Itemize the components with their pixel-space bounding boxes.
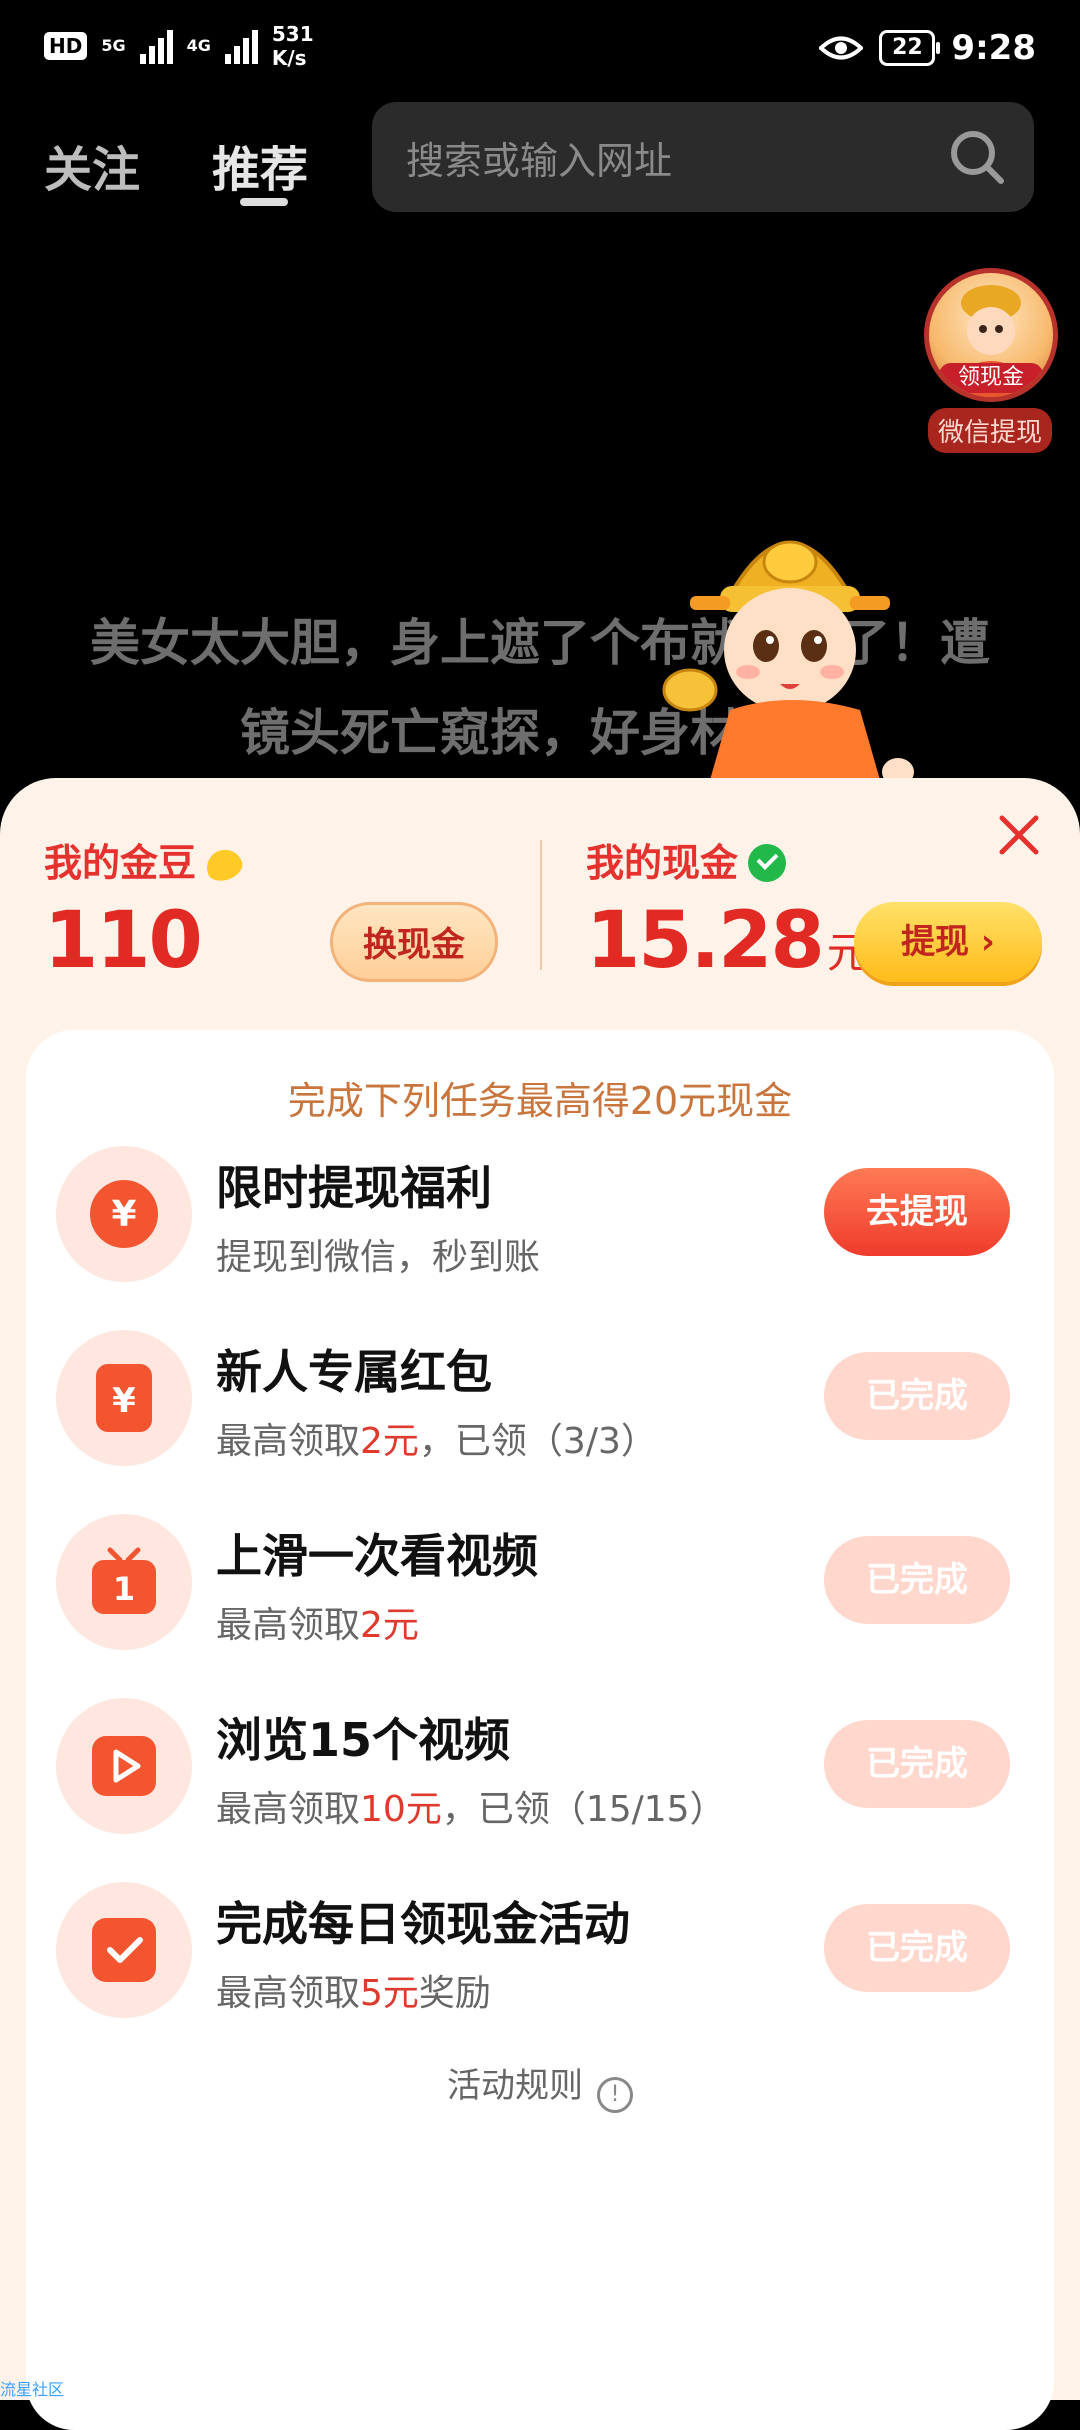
- wallet-divider: [540, 840, 542, 970]
- task-icon-bg: [56, 1698, 192, 1834]
- sim2-network-label: 4G: [186, 36, 211, 55]
- task-desc-post: ，已领（15/15）: [441, 1789, 726, 1830]
- search-input[interactable]: 搜索或输入网址: [372, 102, 1034, 212]
- svg-text:1: 1: [113, 1570, 135, 1608]
- task-icon-bg: ¥: [56, 1330, 192, 1466]
- tab-recommend[interactable]: 推荐: [212, 130, 308, 200]
- task-desc-pre: 提现到微信，秒到账: [216, 1237, 541, 1278]
- close-icon[interactable]: [998, 814, 1040, 856]
- my-beans-label-text: 我的金豆: [44, 841, 197, 885]
- top-nav: 关注 推荐 搜索或输入网址: [0, 100, 1080, 220]
- task-desc: 最高领取2元，已领（3/3）: [216, 1412, 657, 1464]
- svg-text:¥: ¥: [111, 1194, 136, 1235]
- status-left: HD 5G 4G 531 K/s: [44, 22, 314, 70]
- task-desc-pre: 最高领取: [216, 1973, 361, 2014]
- task-icon-bg: [56, 1882, 192, 2018]
- speed-unit: K/s: [271, 46, 307, 70]
- task-desc: 提现到微信，秒到账: [216, 1228, 540, 1280]
- task-desc-highlight: 10元: [360, 1789, 442, 1830]
- activity-rules-link[interactable]: 活动规则!: [26, 2058, 1054, 2113]
- sim1-network-label: 5G: [101, 36, 126, 55]
- cash-bottom-sheet: 我的金豆 110 换现金 我的现金 15.28元 提现 › 完成下列任务最高得2…: [0, 778, 1080, 2430]
- tab-follow[interactable]: 关注: [44, 130, 140, 200]
- task-row: 1 上滑一次看视频 最高领取2元 已完成: [26, 1512, 1054, 1652]
- fortune-god-mascot-icon: [662, 540, 914, 786]
- completed-button[interactable]: 已完成: [824, 1536, 1010, 1624]
- sim1-signal-icon: [139, 28, 173, 64]
- task-desc: 最高领取5元奖励: [216, 1964, 491, 2016]
- task-desc-pre: 最高领取: [216, 1421, 361, 1462]
- play-icon: [92, 1736, 156, 1796]
- task-desc: 最高领取10元，已领（15/15）: [216, 1780, 726, 1832]
- completed-button[interactable]: 已完成: [824, 1904, 1010, 1992]
- rules-label: 活动规则: [447, 2066, 583, 2106]
- task-row: 完成每日领现金活动 最高领取5元奖励 已完成: [26, 1880, 1054, 2020]
- task-row: ¥ 限时提现福利 提现到微信，秒到账 去提现: [26, 1144, 1054, 1284]
- sim2-signal-icon: [224, 28, 258, 64]
- gold-bean-icon: [201, 844, 247, 886]
- task-row: ¥ 新人专属红包 最高领取2元，已领（3/3） 已完成: [26, 1328, 1054, 1468]
- task-title: 限时提现福利: [216, 1161, 492, 1215]
- completed-button[interactable]: 已完成: [824, 1720, 1010, 1808]
- task-title: 上滑一次看视频: [216, 1529, 538, 1583]
- get-cash-widget[interactable]: 领现金 微信提现: [924, 268, 1058, 453]
- speed-value: 531: [271, 22, 314, 46]
- completed-button[interactable]: 已完成: [824, 1352, 1010, 1440]
- task-desc-highlight: 2元: [360, 1421, 419, 1462]
- task-desc-pre: 最高领取: [216, 1605, 361, 1646]
- beans-value: 110: [44, 896, 203, 986]
- fortune-god-avatar: 领现金: [924, 268, 1058, 402]
- clock: 9:28: [951, 28, 1036, 68]
- battery-level: 22: [892, 35, 923, 60]
- search-icon[interactable]: [948, 128, 1006, 186]
- status-bar: HD 5G 4G 531 K/s 22 9:28: [0, 0, 1080, 100]
- cash-amount: 15.28: [586, 896, 825, 986]
- go-withdraw-button[interactable]: 去提现: [824, 1168, 1010, 1256]
- my-cash-label: 我的现金: [586, 832, 787, 887]
- task-row: 浏览15个视频 最高领取10元，已领（15/15） 已完成: [26, 1696, 1054, 1836]
- task-desc: 最高领取2元: [216, 1596, 419, 1648]
- tv-icon: 1: [92, 1547, 156, 1614]
- eye-icon: [819, 36, 864, 60]
- task-icon-bg: ¥: [56, 1146, 192, 1282]
- task-desc-highlight: 2元: [360, 1605, 419, 1646]
- red-envelope-icon: ¥: [96, 1364, 152, 1432]
- task-desc-pre: 最高领取: [216, 1789, 361, 1830]
- check-icon: [92, 1918, 156, 1982]
- cash-value: 15.28元: [586, 896, 869, 986]
- task-title: 完成每日领现金活动: [216, 1897, 630, 1951]
- status-right: 22 9:28: [819, 28, 1036, 68]
- task-title: 浏览15个视频: [216, 1713, 511, 1767]
- search-placeholder: 搜索或输入网址: [406, 139, 673, 183]
- withdraw-button[interactable]: 提现 ›: [854, 902, 1042, 982]
- battery-icon: 22: [879, 30, 941, 66]
- get-cash-badge: 领现金: [939, 363, 1043, 393]
- watermark: 流星社区: [0, 2380, 65, 2399]
- task-desc-post: ，已领（3/3）: [418, 1421, 657, 1462]
- task-card-heading: 完成下列任务最高得20元现金: [287, 1079, 793, 1123]
- svg-text:¥: ¥: [112, 1381, 136, 1421]
- task-title: 新人专属红包: [216, 1345, 492, 1399]
- my-beans-label: 我的金豆: [44, 832, 247, 887]
- hd-icon: HD: [44, 32, 88, 60]
- network-speed: 531 K/s: [272, 22, 314, 70]
- wechat-check-icon: [748, 844, 787, 882]
- active-tab-indicator: [240, 198, 288, 206]
- task-card: 完成下列任务最高得20元现金 ¥ 限时提现福利 提现到微信，秒到账 去提现 ¥ …: [26, 1030, 1054, 2430]
- yen-coin-icon: ¥: [90, 1180, 158, 1248]
- task-icon-bg: 1: [56, 1514, 192, 1650]
- task-desc-post: 奖励: [418, 1973, 491, 2014]
- exchange-cash-button[interactable]: 换现金: [330, 902, 498, 982]
- task-desc-highlight: 5元: [360, 1973, 419, 2014]
- wechat-withdraw-caption: 微信提现: [927, 408, 1052, 453]
- my-cash-label-text: 我的现金: [586, 841, 739, 885]
- info-icon: !: [597, 2077, 633, 2113]
